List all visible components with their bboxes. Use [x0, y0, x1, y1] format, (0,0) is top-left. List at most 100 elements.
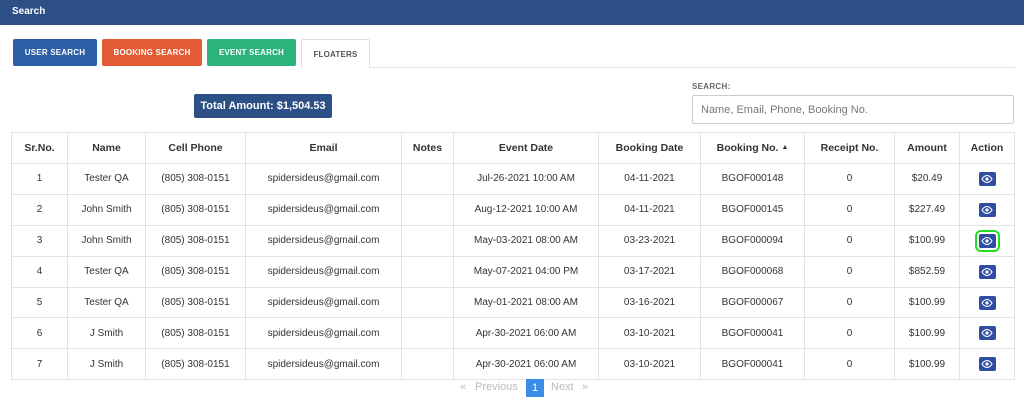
column-header-notes[interactable]: Notes	[401, 132, 454, 164]
cell-name: Tester QA	[67, 255, 146, 288]
cell-name: John Smith	[67, 224, 146, 257]
cell-phone: (805) 308-0151	[145, 193, 246, 226]
cell-phone: (805) 308-0151	[145, 163, 246, 195]
cell-notes	[401, 193, 454, 226]
tab-booking-search[interactable]: BOOKING SEARCH	[102, 39, 202, 66]
cell-booking-no: BGOF000041	[700, 348, 805, 381]
previous-arrow-icon[interactable]: «	[460, 381, 466, 393]
cell-sr-no: 5	[11, 286, 68, 319]
table-row: 3 John Smith (805) 308-0151 spidersideus@gm…	[11, 224, 1015, 257]
cell-booking-date: 03-23-2021	[598, 224, 701, 257]
cell-sr-no: 6	[11, 317, 68, 350]
column-header-cell-phone[interactable]: Cell Phone	[145, 132, 246, 164]
tab-user-search[interactable]: USER SEARCH	[13, 39, 97, 66]
view-booking-button[interactable]	[978, 202, 996, 217]
cell-amount: $100.99	[894, 317, 960, 350]
column-header-event-date[interactable]: Event Date	[453, 132, 599, 164]
page-title: Search	[12, 6, 46, 17]
total-amount-badge: Total Amount: $1,504.53	[194, 94, 332, 118]
eye-icon	[981, 360, 993, 369]
cell-amount: $100.99	[894, 286, 960, 319]
table-row: 6J Smith (805) 308-0151 spidersideus@gmail…	[11, 317, 1015, 350]
view-booking-button[interactable]	[974, 229, 1000, 252]
column-header-booking-date[interactable]: Booking Date	[598, 132, 701, 164]
cell-booking-date: 03-10-2021	[598, 348, 701, 381]
cell-email: spidersideus@gmail.com	[245, 255, 402, 288]
cell-receipt-no: 0	[804, 255, 895, 288]
cell-notes	[401, 224, 454, 257]
next-arrow-icon[interactable]: »	[582, 381, 588, 393]
cell-sr-no: 4	[11, 255, 68, 288]
cell-booking-date: 03-16-2021	[598, 286, 701, 319]
table-row: 5 Tester QA (805) 308-0151 spidersideus@gma…	[11, 286, 1015, 319]
next-page-link[interactable]: Next	[551, 381, 574, 393]
view-booking-button[interactable]	[978, 264, 996, 279]
cell-booking-date: 04-11-2021	[598, 193, 701, 226]
cell-phone: (805) 308-0151	[145, 255, 246, 288]
cell-notes	[401, 286, 454, 319]
search-input[interactable]	[692, 95, 1014, 124]
cell-receipt-no: 0	[804, 348, 895, 381]
column-header-booking-no-label: Booking No.	[716, 142, 779, 154]
table-row: 1 Tester QA (805) 308-0151 spidersideus@gma…	[11, 163, 1015, 195]
cell-phone: (805) 308-0151	[145, 224, 246, 257]
previous-page-link[interactable]: Previous	[475, 381, 518, 393]
cell-notes	[401, 163, 454, 195]
cell-action	[959, 255, 1015, 288]
eye-icon	[981, 174, 993, 183]
table-row: 4 Tester QA (805) 308-0151 spidersideus@gma…	[11, 255, 1015, 288]
tab-event-search[interactable]: EVENT SEARCH	[207, 39, 296, 66]
cell-booking-no: BGOF000145	[700, 193, 805, 226]
table-row: 7J Smith (805) 308-0151 spidersideus@gmail…	[11, 348, 1015, 381]
cell-receipt-no: 0	[804, 163, 895, 195]
cell-event-date: Apr-30-2021 06:00 AM	[453, 348, 599, 381]
cell-booking-no: BGOF000094	[700, 224, 805, 257]
tab-floaters[interactable]: FLOATERS	[301, 39, 370, 68]
cell-sr-no: 7	[11, 348, 68, 381]
cell-amount: $852.59	[894, 255, 960, 288]
column-header-email[interactable]: Email	[245, 132, 402, 164]
cell-amount: $100.99	[894, 224, 960, 257]
search-label: SEARCH:	[692, 82, 731, 91]
cell-phone: (805) 308-0151	[145, 317, 246, 350]
cell-action	[959, 348, 1015, 381]
tab-divider	[370, 67, 1015, 68]
current-page-button[interactable]: 1	[526, 379, 544, 397]
view-booking-button[interactable]	[978, 357, 996, 372]
view-booking-button[interactable]	[978, 171, 996, 186]
view-booking-button[interactable]	[978, 326, 996, 341]
cell-phone: (805) 308-0151	[145, 348, 246, 381]
cell-action	[959, 286, 1015, 319]
eye-icon	[981, 267, 993, 276]
cell-sr-no: 1	[11, 163, 68, 195]
sort-ascending-icon: ▲	[781, 144, 789, 151]
cell-name: J Smith	[67, 348, 146, 381]
cell-amount: $100.99	[894, 348, 960, 381]
view-booking-button[interactable]	[978, 295, 996, 310]
cell-event-date: May-07-2021 04:00 PM	[453, 255, 599, 288]
column-header-action: Action	[959, 132, 1015, 164]
eye-icon	[981, 236, 993, 245]
floaters-table: Sr.No. Name Cell Phone Email Notes Event…	[11, 132, 1015, 381]
column-header-name[interactable]: Name	[67, 132, 146, 164]
column-header-booking-no[interactable]: Booking No. ▲	[700, 132, 805, 164]
cell-event-date: May-01-2021 08:00 AM	[453, 286, 599, 319]
cell-booking-no: BGOF000068	[700, 255, 805, 288]
cell-email: spidersideus@gmail.com	[245, 224, 402, 257]
table-row: 2 John Smith (805) 308-0151 spidersideus@gm…	[11, 193, 1015, 226]
cell-event-date: Aug-12-2021 10:00 AM	[453, 193, 599, 226]
cell-booking-no: BGOF000148	[700, 163, 805, 195]
cell-email: spidersideus@gmail.com	[245, 317, 402, 350]
cell-booking-date: 04-11-2021	[598, 163, 701, 195]
column-header-receipt-no[interactable]: Receipt No.	[804, 132, 895, 164]
cell-notes	[401, 255, 454, 288]
cell-email: spidersideus@gmail.com	[245, 286, 402, 319]
column-header-sr-no[interactable]: Sr.No.	[11, 132, 68, 164]
cell-name: Tester QA	[67, 163, 146, 195]
cell-notes	[401, 348, 454, 381]
cell-receipt-no: 0	[804, 224, 895, 257]
column-header-amount[interactable]: Amount	[894, 132, 960, 164]
cell-sr-no: 3	[11, 224, 68, 257]
cell-email: spidersideus@gmail.com	[245, 163, 402, 195]
cell-action	[959, 193, 1015, 226]
